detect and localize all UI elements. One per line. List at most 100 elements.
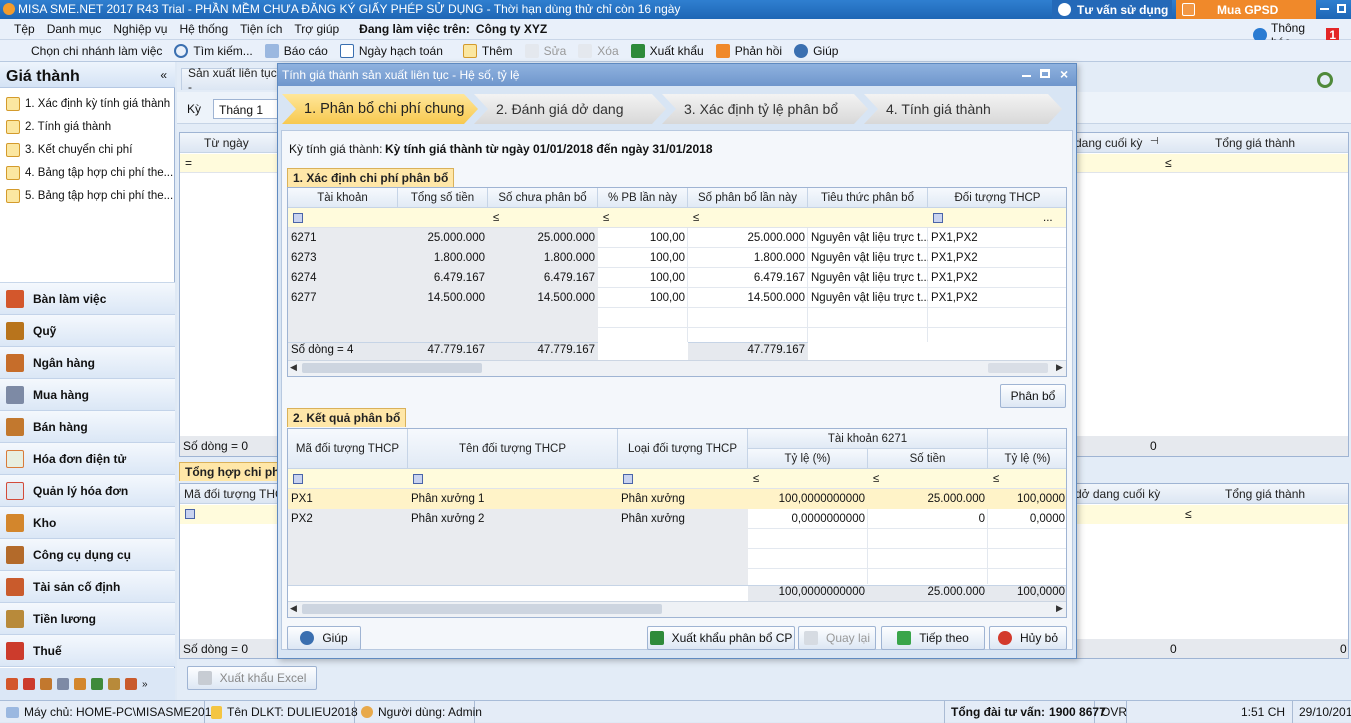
maximize-icon[interactable] xyxy=(1040,69,1050,78)
export-excel-button[interactable]: Xuất khẩu Excel xyxy=(187,666,317,690)
minimize-icon[interactable] xyxy=(1022,75,1031,77)
function-item[interactable]: 4. Bảng tập hợp chi phí the... xyxy=(0,161,175,184)
scroll-left-icon[interactable]: ◀ xyxy=(290,603,297,614)
scroll-left-icon[interactable]: ◀ xyxy=(290,362,297,373)
cancel-button[interactable]: Hủy bỏ xyxy=(989,626,1067,650)
shortcut-icon[interactable] xyxy=(108,678,120,690)
filter-op[interactable]: ≤ xyxy=(750,469,762,489)
filter-op[interactable]: ≤ xyxy=(870,469,882,489)
tab-continuous-production[interactable]: Sản xuất liên tục - xyxy=(181,66,281,94)
cell-value[interactable]: Nguyên vật liệu trực t... xyxy=(808,268,928,288)
filter-more-button[interactable]: ... xyxy=(1040,208,1056,228)
nav-salary[interactable]: Tiền lương xyxy=(0,603,175,635)
nav-cash[interactable]: Quỹ xyxy=(0,315,175,347)
help-button[interactable]: Giúp xyxy=(287,626,361,650)
nav-bank[interactable]: Ngân hàng xyxy=(0,347,175,379)
cell-value[interactable]: PX1,PX2 xyxy=(928,228,1066,248)
filter-op[interactable]: ≤ xyxy=(490,208,502,228)
menu-utilities[interactable]: Tiện ích xyxy=(240,22,282,36)
nav-warehouse[interactable]: Kho xyxy=(0,507,175,539)
empty-cell[interactable] xyxy=(688,308,808,328)
cell-value[interactable]: 100,00 xyxy=(598,268,688,288)
nav-desktop[interactable]: Bàn làm việc xyxy=(0,283,175,315)
shortcut-icon[interactable] xyxy=(57,678,69,690)
menu-file[interactable]: Tệp xyxy=(14,22,35,36)
back-button[interactable]: Quay lại xyxy=(798,626,876,650)
scroll-right-icon[interactable]: ▶ xyxy=(1056,603,1063,614)
allocate-button[interactable]: Phân bổ xyxy=(1000,384,1066,408)
shortcut-icon[interactable] xyxy=(40,678,52,690)
cell-value[interactable]: PX1,PX2 xyxy=(928,248,1066,268)
nav-tax[interactable]: Thuế xyxy=(0,635,175,667)
posting-date-button[interactable]: Ngày hạch toán xyxy=(339,43,443,58)
more-icon[interactable]: » xyxy=(142,679,148,690)
menu-catalog[interactable]: Danh mục xyxy=(47,22,102,36)
nav-invoice-mgmt[interactable]: Quản lý hóa đơn xyxy=(0,475,175,507)
nav-sales[interactable]: Bán hàng xyxy=(0,411,175,443)
filter-op[interactable]: ≤ xyxy=(990,469,1002,489)
period-select[interactable]: Tháng 1 xyxy=(213,99,283,119)
add-button[interactable]: Thêm xyxy=(462,43,513,58)
restore-icon[interactable] xyxy=(1337,4,1346,13)
nav-tools[interactable]: Công cụ dụng cụ xyxy=(0,539,175,571)
filter-op[interactable]: ≤ xyxy=(600,208,612,228)
function-item[interactable]: 5. Bảng tập hợp chi phí the... xyxy=(0,184,175,207)
report-button[interactable]: Báo cáo xyxy=(264,43,328,58)
empty-cell[interactable] xyxy=(928,308,1066,328)
step-evaluate-wip[interactable]: 2. Đánh giá dở dang xyxy=(474,94,666,124)
cell-value[interactable]: 25.000.000 xyxy=(688,228,808,248)
shortcut-icon[interactable] xyxy=(74,678,86,690)
empty-cell[interactable] xyxy=(598,308,688,328)
filter-icon[interactable] xyxy=(933,213,943,223)
filter-icon[interactable] xyxy=(413,474,423,484)
filter-icon[interactable] xyxy=(623,474,633,484)
cell-value[interactable]: 100,00 xyxy=(598,248,688,268)
menu-system[interactable]: Hệ thống xyxy=(179,22,228,36)
export-button[interactable]: Xuất khẩu xyxy=(630,43,704,58)
function-item[interactable]: 1. Xác định kỳ tính giá thành xyxy=(0,92,175,115)
cell-value[interactable]: 14.500.000 xyxy=(688,288,808,308)
nav-purchase[interactable]: Mua hàng xyxy=(0,379,175,411)
settings-icon[interactable] xyxy=(1317,72,1333,88)
support-button[interactable]: Tư vấn sử dụng xyxy=(1052,0,1172,19)
shortcut-icon[interactable] xyxy=(23,678,35,690)
delete-button[interactable]: Xóa xyxy=(578,43,619,58)
cell-value[interactable]: PX1,PX2 xyxy=(928,288,1066,308)
cell-value[interactable]: PX1,PX2 xyxy=(928,268,1066,288)
scroll-thumb[interactable] xyxy=(302,604,662,614)
filter-row[interactable] xyxy=(288,469,1066,489)
cell-value[interactable]: 1.800.000 xyxy=(688,248,808,268)
scroll-right-icon[interactable]: ▶ xyxy=(1056,362,1063,373)
shortcut-icon[interactable] xyxy=(6,678,18,690)
feedback-button[interactable]: Phản hồi xyxy=(715,43,782,58)
menu-help[interactable]: Trợ giúp xyxy=(294,22,339,36)
step-allocation-ratio[interactable]: 3. Xác định tỷ lệ phân bổ xyxy=(662,94,868,124)
filter-op[interactable]: ≤ xyxy=(1165,156,1172,170)
filter-op[interactable]: = xyxy=(185,156,192,170)
close-icon[interactable]: × xyxy=(1060,66,1068,82)
filter-op[interactable]: ≤ xyxy=(1185,507,1192,521)
shortcut-icon[interactable] xyxy=(91,678,103,690)
scroll-thumb[interactable] xyxy=(302,363,482,373)
shortcut-icon[interactable] xyxy=(125,678,137,690)
export-allocation-button[interactable]: Xuất khẩu phân bổ CP xyxy=(647,626,795,650)
filter-icon[interactable] xyxy=(293,474,303,484)
cell-value[interactable]: 100,00 xyxy=(598,288,688,308)
function-item[interactable]: 3. Kết chuyển chi phí xyxy=(0,138,175,161)
edit-button[interactable]: Sửa xyxy=(524,43,566,58)
function-item[interactable]: 2. Tính giá thành xyxy=(0,115,175,138)
filter-icon[interactable] xyxy=(293,213,303,223)
help-button[interactable]: Giúp xyxy=(794,43,838,58)
cell-value[interactable]: Nguyên vật liệu trực t... xyxy=(808,288,928,308)
pin-icon[interactable]: ⊣ xyxy=(1150,136,1159,147)
filter-icon[interactable] xyxy=(185,509,195,519)
branch-button[interactable]: Chọn chi nhánh làm việc xyxy=(22,44,162,58)
nav-einvoice[interactable]: Hóa đơn điện tử xyxy=(0,443,175,475)
scroll-thumb[interactable] xyxy=(988,363,1048,373)
cell-value[interactable]: Nguyên vật liệu trực t... xyxy=(808,248,928,268)
empty-cell[interactable] xyxy=(808,308,928,328)
next-button[interactable]: Tiếp theo xyxy=(881,626,985,650)
cell-value[interactable]: Nguyên vật liệu trực t... xyxy=(808,228,928,248)
menu-operations[interactable]: Nghiệp vụ xyxy=(113,22,167,36)
collapse-icon[interactable]: « xyxy=(160,68,167,82)
